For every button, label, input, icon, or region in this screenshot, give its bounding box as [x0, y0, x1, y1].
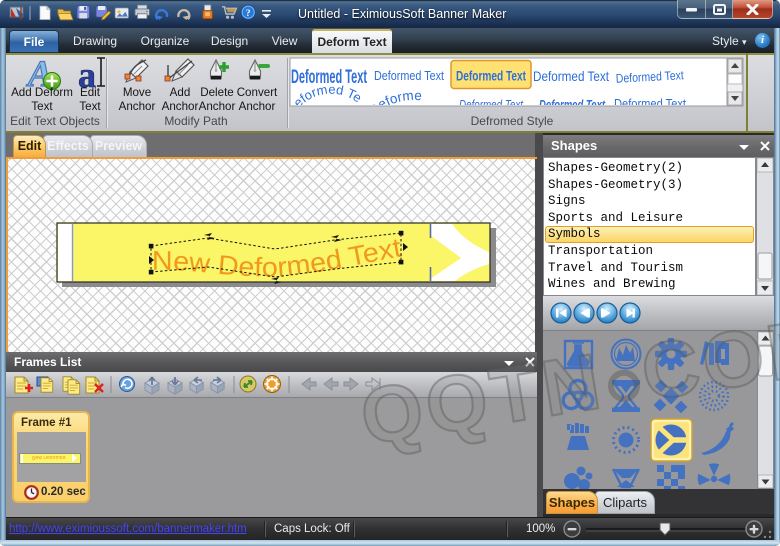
svg-text:Convert: Convert	[237, 86, 278, 99]
svg-text:Edit: Edit	[80, 86, 101, 99]
svg-text:Add Deform: Add Deform	[11, 86, 73, 99]
svg-text:?: ?	[246, 8, 251, 19]
svg-text:Deformed Text: Deformed Text	[539, 97, 605, 112]
svg-text:Text: Text	[31, 100, 53, 113]
svg-text:Text: Text	[79, 100, 101, 113]
svg-text:Move: Move	[123, 86, 151, 99]
svg-text:Deformed Text: Deformed Text	[614, 96, 686, 111]
svg-text:Deformed Text: Deformed Text	[374, 69, 444, 83]
svg-text:Deformed Text: Deformed Text	[533, 68, 609, 84]
svg-text:Anchor: Anchor	[119, 100, 156, 113]
svg-text:Deformed Text: Deformed Text	[459, 97, 524, 112]
svg-text:Edit Text Objects: Edit Text Objects	[10, 114, 100, 128]
svg-text:Anchor: Anchor	[239, 100, 276, 113]
svg-text:Deformed Text: Deformed Text	[456, 69, 526, 84]
svg-text:Modify Path: Modify Path	[164, 114, 227, 128]
svg-text:Anchor: Anchor	[162, 100, 199, 113]
svg-text:Delete: Delete	[200, 86, 234, 99]
svg-text:Add: Add	[170, 86, 191, 99]
svg-text:Defromed Style: Defromed Style	[471, 114, 554, 128]
svg-text:Anchor: Anchor	[199, 100, 236, 113]
